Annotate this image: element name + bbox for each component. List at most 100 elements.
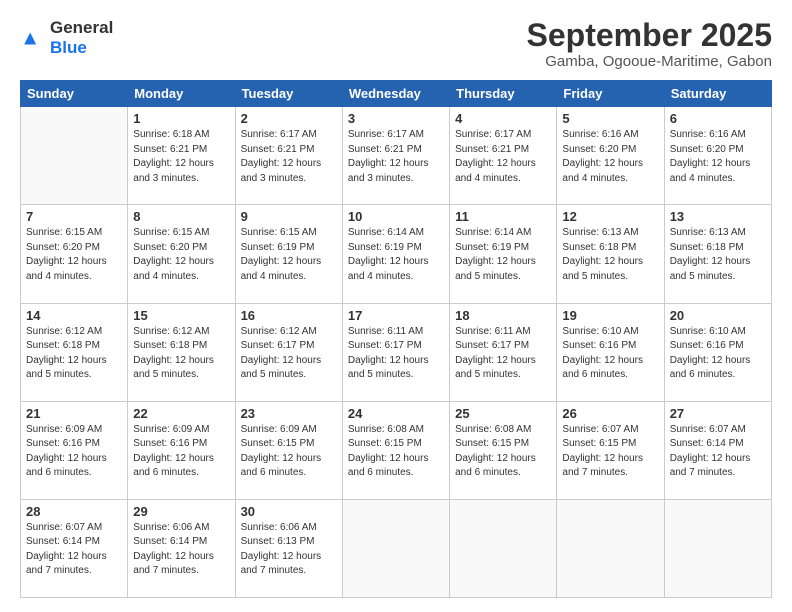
day-info: Sunrise: 6:07 AM Sunset: 6:15 PM Dayligh… [562,423,658,481]
day-number: 19 [562,308,658,323]
day-number: 21 [26,406,122,421]
table-row: 10 Sunrise: 6:14 AM Sunset: 6:19 PM Dayli… [342,205,449,303]
table-row: 19 Sunrise: 6:10 AM Sunset: 6:16 PM Dayli… [557,303,664,401]
subtitle: Gamba, Ogooue-Maritime, Gabon [527,53,772,70]
day-info: Sunrise: 6:17 AM Sunset: 6:21 PM Dayligh… [348,128,444,186]
table-row: 21 Sunrise: 6:09 AM Sunset: 6:16 PM Dayli… [21,401,128,499]
day-number: 17 [348,308,444,323]
day-number: 11 [455,209,551,224]
day-info: Sunrise: 6:16 AM Sunset: 6:20 PM Dayligh… [670,128,766,186]
calendar-week-5: 28Sunrise: 6:07 AM Sunset: 6:14 PM Dayli… [21,499,772,597]
header-friday: Friday [557,81,664,107]
calendar-week-4: 21 Sunrise: 6:09 AM Sunset: 6:16 PM Dayli… [21,401,772,499]
calendar-table: Sunday Monday Tuesday Wednesday Thursday… [20,80,772,598]
day-info: Sunrise: 6:14 AM Sunset: 6:19 PM Dayligh… [455,226,551,284]
svg-text:▲: ▲ [20,27,40,50]
table-row: 16 Sunrise: 6:12 AM Sunset: 6:17 PM Dayli… [235,303,342,401]
header-thursday: Thursday [450,81,557,107]
page: ▲ General Blue September 2025 Gamba, Ogo… [0,0,792,612]
day-info: Sunrise: 6:06 AM Sunset: 6:14 PM Dayligh… [133,521,229,579]
day-info: Sunrise: 6:17 AM Sunset: 6:21 PM Dayligh… [241,128,337,186]
day-number: 23 [241,406,337,421]
table-row [557,499,664,597]
day-number: 13 [670,209,766,224]
day-number: 5 [562,111,658,126]
table-row: 12Sunrise: 6:13 AM Sunset: 6:18 PM Dayli… [557,205,664,303]
table-row: 25 Sunrise: 6:08 AM Sunset: 6:15 PM Dayli… [450,401,557,499]
day-number: 30 [241,504,337,519]
table-row: 27 Sunrise: 6:07 AM Sunset: 6:14 PM Dayli… [664,401,771,499]
table-row: 20Sunrise: 6:10 AM Sunset: 6:16 PM Dayli… [664,303,771,401]
day-number: 12 [562,209,658,224]
logo-blue: Blue [50,38,113,58]
day-info: Sunrise: 6:08 AM Sunset: 6:15 PM Dayligh… [455,423,551,481]
day-info: Sunrise: 6:13 AM Sunset: 6:18 PM Dayligh… [670,226,766,284]
table-row [450,499,557,597]
table-row: 1 Sunrise: 6:18 AM Sunset: 6:21 PM Daylig… [128,107,235,205]
day-number: 25 [455,406,551,421]
day-info: Sunrise: 6:07 AM Sunset: 6:14 PM Dayligh… [26,521,122,579]
day-info: Sunrise: 6:06 AM Sunset: 6:13 PM Dayligh… [241,521,337,579]
day-info: Sunrise: 6:08 AM Sunset: 6:15 PM Dayligh… [348,423,444,481]
month-title: September 2025 [527,18,772,53]
day-number: 26 [562,406,658,421]
day-number: 8 [133,209,229,224]
calendar-week-1: 1 Sunrise: 6:18 AM Sunset: 6:21 PM Daylig… [21,107,772,205]
calendar-week-3: 14 Sunrise: 6:12 AM Sunset: 6:18 PM Dayli… [21,303,772,401]
day-info: Sunrise: 6:07 AM Sunset: 6:14 PM Dayligh… [670,423,766,481]
day-number: 29 [133,504,229,519]
day-info: Sunrise: 6:12 AM Sunset: 6:18 PM Dayligh… [133,325,229,383]
day-info: Sunrise: 6:15 AM Sunset: 6:20 PM Dayligh… [133,226,229,284]
table-row: 2 Sunrise: 6:17 AM Sunset: 6:21 PM Daylig… [235,107,342,205]
day-number: 16 [241,308,337,323]
table-row: 26 Sunrise: 6:07 AM Sunset: 6:15 PM Dayli… [557,401,664,499]
day-info: Sunrise: 6:09 AM Sunset: 6:16 PM Dayligh… [26,423,122,481]
calendar-week-2: 7 Sunrise: 6:15 AM Sunset: 6:20 PM Daylig… [21,205,772,303]
table-row [342,499,449,597]
header-saturday: Saturday [664,81,771,107]
table-row: 14 Sunrise: 6:12 AM Sunset: 6:18 PM Dayli… [21,303,128,401]
header-sunday: Sunday [21,81,128,107]
day-number: 10 [348,209,444,224]
day-info: Sunrise: 6:12 AM Sunset: 6:18 PM Dayligh… [26,325,122,383]
title-block: September 2025 Gamba, Ogooue-Maritime, G… [527,18,772,70]
day-number: 15 [133,308,229,323]
day-info: Sunrise: 6:16 AM Sunset: 6:20 PM Dayligh… [562,128,658,186]
table-row: 11 Sunrise: 6:14 AM Sunset: 6:19 PM Dayli… [450,205,557,303]
table-row: 30 Sunrise: 6:06 AM Sunset: 6:13 PM Dayli… [235,499,342,597]
table-row: 23Sunrise: 6:09 AM Sunset: 6:15 PM Dayli… [235,401,342,499]
calendar-body: 1 Sunrise: 6:18 AM Sunset: 6:21 PM Daylig… [21,107,772,598]
day-info: Sunrise: 6:14 AM Sunset: 6:19 PM Dayligh… [348,226,444,284]
day-info: Sunrise: 6:10 AM Sunset: 6:16 PM Dayligh… [562,325,658,383]
day-number: 4 [455,111,551,126]
logo-icon: ▲ [20,24,48,52]
logo: ▲ General Blue [20,18,113,58]
table-row: 8 Sunrise: 6:15 AM Sunset: 6:20 PM Daylig… [128,205,235,303]
day-number: 7 [26,209,122,224]
day-number: 18 [455,308,551,323]
table-row: 18 Sunrise: 6:11 AM Sunset: 6:17 PM Dayli… [450,303,557,401]
day-info: Sunrise: 6:15 AM Sunset: 6:19 PM Dayligh… [241,226,337,284]
header-tuesday: Tuesday [235,81,342,107]
table-row: 15 Sunrise: 6:12 AM Sunset: 6:18 PM Dayli… [128,303,235,401]
day-number: 20 [670,308,766,323]
day-info: Sunrise: 6:18 AM Sunset: 6:21 PM Dayligh… [133,128,229,186]
day-number: 24 [348,406,444,421]
day-number: 27 [670,406,766,421]
table-row: 28Sunrise: 6:07 AM Sunset: 6:14 PM Dayli… [21,499,128,597]
logo-general: General [50,18,113,38]
day-info: Sunrise: 6:09 AM Sunset: 6:16 PM Dayligh… [133,423,229,481]
table-row: 5 Sunrise: 6:16 AM Sunset: 6:20 PM Daylig… [557,107,664,205]
day-info: Sunrise: 6:17 AM Sunset: 6:21 PM Dayligh… [455,128,551,186]
day-info: Sunrise: 6:15 AM Sunset: 6:20 PM Dayligh… [26,226,122,284]
day-number: 3 [348,111,444,126]
day-number: 2 [241,111,337,126]
header-monday: Monday [128,81,235,107]
day-info: Sunrise: 6:11 AM Sunset: 6:17 PM Dayligh… [455,325,551,383]
day-number: 22 [133,406,229,421]
table-row: 17Sunrise: 6:11 AM Sunset: 6:17 PM Dayli… [342,303,449,401]
day-info: Sunrise: 6:12 AM Sunset: 6:17 PM Dayligh… [241,325,337,383]
day-number: 14 [26,308,122,323]
header: ▲ General Blue September 2025 Gamba, Ogo… [20,18,772,70]
day-number: 1 [133,111,229,126]
